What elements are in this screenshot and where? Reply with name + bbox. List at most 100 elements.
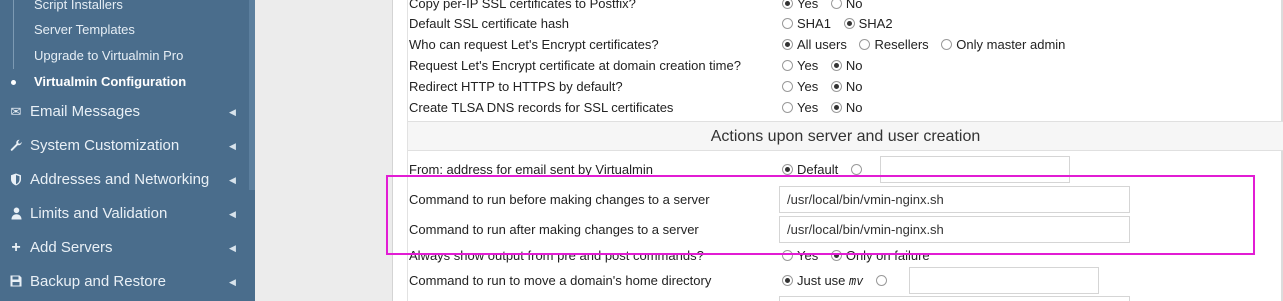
divider: [392, 0, 393, 301]
radio-button[interactable]: [941, 39, 953, 50]
radio-group: Just use mv: [782, 273, 900, 288]
config-row-move-home: Command to run to move a domain's home d…: [409, 271, 1279, 292]
radio-option-just-use-mv[interactable]: Just use mv: [782, 273, 864, 288]
sidebar-item-script-installers[interactable]: Script Installers: [0, 0, 249, 18]
next-row-input[interactable]: [779, 296, 1130, 301]
option-label: SHA1: [797, 16, 831, 31]
radio-group: Yes No: [782, 100, 871, 115]
shield-icon: [9, 163, 23, 197]
option-label: Yes: [797, 100, 819, 115]
sidebar: Script Installers Server Templates Upgra…: [0, 0, 255, 301]
tree-line: [13, 17, 14, 43]
sidebar-item-label: Server Templates: [34, 22, 135, 37]
config-row-redirect-https: Redirect HTTP to HTTPS by default? Yes N…: [409, 77, 1279, 98]
radio-button[interactable]: [830, 81, 842, 92]
radio-button[interactable]: [782, 102, 793, 113]
radio-button[interactable]: [782, 60, 793, 71]
option-label: No: [845, 58, 863, 73]
radio-option-no[interactable]: No: [830, 58, 863, 73]
sidebar-item-label: Email Messages: [30, 103, 141, 120]
caret-left-icon: ◀: [229, 243, 236, 253]
radio-group: Yes No: [782, 79, 871, 94]
radio-option-yes[interactable]: Yes: [782, 79, 818, 94]
wrench-icon: [9, 129, 23, 163]
radio-option-yes[interactable]: Yes: [782, 0, 818, 11]
question-label: Request Let's Encrypt certificate at dom…: [409, 58, 741, 73]
caret-left-icon: ◀: [229, 209, 236, 219]
radio-group: All users Resellers Only master admin: [782, 37, 1074, 52]
sidebar-item-system-customization[interactable]: System Customization ◀: [0, 129, 249, 163]
radio-option-custom[interactable]: [876, 273, 891, 288]
command-code: mv: [849, 274, 864, 288]
option-label: Yes: [797, 58, 819, 73]
plus-icon: +: [11, 239, 21, 256]
radio-option-no[interactable]: No: [830, 0, 863, 11]
move-command-input[interactable]: [909, 267, 1099, 294]
option-label: Just use: [797, 273, 846, 288]
sidebar-item-email-messages[interactable]: ✉ Email Messages ◀: [0, 95, 249, 129]
radio-button[interactable]: [782, 18, 793, 29]
radio-button[interactable]: [782, 39, 793, 50]
radio-group: SHA1 SHA2: [782, 16, 902, 31]
config-row-tlsa: Create TLSA DNS records for SSL certific…: [409, 98, 1279, 119]
radio-option-no[interactable]: No: [830, 79, 863, 94]
radio-button[interactable]: [859, 39, 871, 50]
radio-option-resellers[interactable]: Resellers: [859, 37, 929, 52]
option-label: Yes: [797, 0, 819, 11]
active-dot-icon: [11, 80, 16, 85]
sidebar-item-addresses-networking[interactable]: Addresses and Networking ◀: [0, 163, 249, 197]
caret-left-icon: ◀: [229, 277, 236, 287]
option-label: No: [845, 100, 863, 115]
config-row-letsencrypt-who: Who can request Let's Encrypt certificat…: [409, 35, 1279, 56]
radio-option-master-admin[interactable]: Only master admin: [941, 37, 1065, 52]
sidebar-item-limits-validation[interactable]: Limits and Validation ◀: [0, 197, 249, 231]
radio-button[interactable]: [782, 81, 793, 92]
sidebar-item-label: Virtualmin Configuration: [34, 74, 187, 89]
radio-button[interactable]: [850, 164, 862, 175]
radio-button[interactable]: [782, 275, 793, 286]
sidebar-item-virtualmin-configuration[interactable]: Virtualmin Configuration: [0, 69, 249, 95]
option-label: No: [845, 79, 863, 94]
radio-option-sha1[interactable]: SHA1: [782, 16, 831, 31]
question-label: Redirect HTTP to HTTPS by default?: [409, 79, 623, 94]
sidebar-item-label: Upgrade to Virtualmin Pro: [34, 48, 184, 63]
sidebar-item-label: Limits and Validation: [30, 205, 168, 222]
option-label: All users: [797, 37, 847, 52]
radio-option-yes[interactable]: Yes: [782, 58, 818, 73]
config-row-ssl-hash: Default SSL certificate hash SHA1 SHA2: [409, 14, 1279, 35]
caret-left-icon: ◀: [229, 107, 236, 117]
radio-button[interactable]: [843, 18, 855, 29]
sidebar-item-add-servers[interactable]: + Add Servers ◀: [0, 231, 249, 265]
radio-button[interactable]: [830, 102, 842, 113]
caret-left-icon: ◀: [229, 141, 236, 151]
radio-button[interactable]: [830, 0, 842, 9]
radio-option-yes[interactable]: Yes: [782, 100, 818, 115]
envelope-icon: ✉: [10, 104, 22, 119]
config-row-letsencrypt-creation: Request Let's Encrypt certificate at dom…: [409, 56, 1279, 77]
sidebar-item-server-templates[interactable]: Server Templates: [0, 17, 249, 43]
question-label: Create TLSA DNS records for SSL certific…: [409, 100, 674, 115]
tree-line: [13, 0, 14, 18]
radio-option-sha2[interactable]: SHA2: [843, 16, 893, 31]
option-label: No: [845, 0, 863, 11]
sidebar-item-label: System Customization: [30, 137, 180, 154]
sidebar-item-upgrade-pro[interactable]: Upgrade to Virtualmin Pro: [0, 43, 249, 69]
option-label: SHA2: [858, 16, 893, 31]
radio-button[interactable]: [830, 60, 842, 71]
question-label: Default SSL certificate hash: [409, 16, 569, 31]
radio-button[interactable]: [782, 0, 793, 9]
radio-group: Yes No: [782, 0, 871, 11]
sidebar-item-backup-restore[interactable]: Backup and Restore ◀: [0, 265, 249, 299]
question-label: Command to run to move a domain's home d…: [409, 273, 712, 288]
background-gutter: [255, 0, 392, 301]
radio-button[interactable]: [782, 164, 793, 175]
sidebar-item-label: Add Servers: [30, 239, 113, 256]
radio-option-no[interactable]: No: [830, 100, 863, 115]
radio-button[interactable]: [876, 275, 888, 286]
highlight-annotation: [386, 175, 1255, 255]
question-label: Copy per-IP SSL certificates to Postfix?: [409, 0, 636, 11]
sidebar-item-label: Script Installers: [34, 0, 123, 12]
radio-option-all-users[interactable]: All users: [782, 37, 847, 52]
question-label: Who can request Let's Encrypt certificat…: [409, 37, 659, 52]
radio-group: Yes No: [782, 58, 871, 73]
